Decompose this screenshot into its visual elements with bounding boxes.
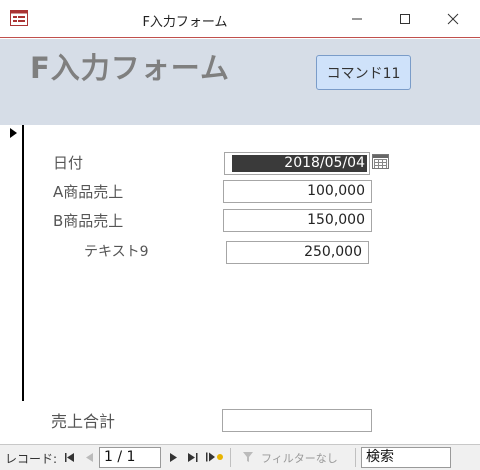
title-bar: F入力フォーム: [0, 0, 480, 38]
filter-toggle[interactable]: フィルターなし: [243, 450, 338, 466]
window-title: F入力フォーム: [142, 15, 228, 30]
text9-label: テキスト9: [84, 244, 149, 260]
total-sales-label: 売上合計: [51, 412, 116, 431]
date-field[interactable]: 2018/05/04: [224, 152, 370, 175]
record-label: レコード:: [5, 452, 58, 466]
a-sales-label: A商品売上: [53, 183, 124, 201]
first-record-button[interactable]: [63, 449, 77, 465]
a-sales-field[interactable]: 100,000: [223, 180, 372, 203]
record-navigation-bar: レコード: 1 / 1 フィルターなし 検索: [0, 444, 480, 470]
new-record-button[interactable]: [205, 449, 225, 465]
minimize-button[interactable]: [334, 0, 380, 37]
calendar-picker-icon[interactable]: [372, 154, 389, 169]
form-heading: F入力フォーム: [30, 51, 230, 85]
filter-icon: [243, 452, 253, 462]
nav-divider: [355, 448, 356, 467]
maximize-button[interactable]: [382, 0, 428, 37]
next-record-button[interactable]: [166, 449, 180, 465]
previous-record-button[interactable]: [82, 449, 96, 465]
footer-divider: [0, 401, 480, 402]
command-button[interactable]: コマンド11: [316, 55, 411, 90]
current-record-input[interactable]: 1 / 1: [99, 447, 161, 468]
text9-field[interactable]: 250,000: [226, 241, 369, 264]
record-selector[interactable]: [0, 125, 24, 401]
nav-divider: [230, 448, 231, 467]
b-sales-label: B商品売上: [53, 212, 124, 230]
date-value: 2018/05/04: [232, 155, 367, 172]
total-sales-field[interactable]: [222, 409, 372, 432]
date-label: 日付: [53, 154, 84, 172]
search-input[interactable]: 検索: [361, 447, 451, 468]
current-record-arrow-icon: [10, 128, 17, 138]
last-record-button[interactable]: [186, 449, 200, 465]
close-button[interactable]: [430, 0, 476, 37]
b-sales-field[interactable]: 150,000: [223, 209, 372, 232]
filter-label: フィルターなし: [261, 452, 338, 465]
form-header: F入力フォーム コマンド11: [0, 39, 480, 125]
